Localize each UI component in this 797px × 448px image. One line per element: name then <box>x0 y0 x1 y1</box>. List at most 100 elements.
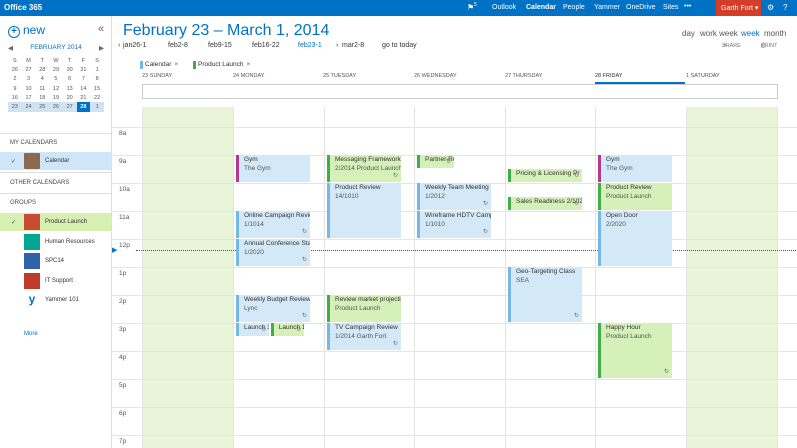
filter-chip-calendar[interactable]: Calendar × <box>140 61 178 69</box>
nav-calendar[interactable]: Calendar <box>526 4 556 11</box>
mini-calendar-day[interactable]: 19 <box>49 93 63 102</box>
next-month-icon[interactable]: ▶ <box>99 44 104 52</box>
week-link[interactable]: mar2-8 <box>342 42 364 49</box>
week-link-active[interactable]: feb23-1 <box>298 42 322 49</box>
sidebar-item-yammer-101[interactable]: y Yammer 101 <box>0 291 111 309</box>
next-week-icon[interactable]: › <box>336 42 338 49</box>
mini-calendar-day[interactable]: 29 <box>49 65 63 74</box>
day-header-today[interactable]: 28 FRIDAY <box>595 73 622 79</box>
mini-calendar-day[interactable]: 21 <box>77 93 91 102</box>
week-link[interactable]: feb16-22 <box>252 42 280 49</box>
my-calendars-heading[interactable]: MY CALENDARS <box>10 140 57 146</box>
calendar-event[interactable]: Geo-Targeting Class SEA ↻ <box>508 267 582 322</box>
mini-calendar-day[interactable]: 5 <box>49 75 63 84</box>
calendar-event[interactable]: Online Campaign Review1/1014 ↻ <box>236 211 310 238</box>
sidebar-item-calendar[interactable]: ✓ Calendar <box>0 152 111 170</box>
view-month[interactable]: month <box>764 29 786 38</box>
calendar-event[interactable]: Weekly Budget Review Lync ↻ <box>236 295 310 322</box>
collapse-sidebar-button[interactable]: « <box>98 23 104 35</box>
close-icon[interactable]: × <box>247 61 251 68</box>
filter-chip-product-launch[interactable]: Product Launch × <box>193 61 250 69</box>
day-header[interactable]: 25 TUESDAY <box>323 73 356 79</box>
new-event-button[interactable]: + new <box>8 23 45 38</box>
mini-calendar-day[interactable]: 27 <box>22 65 36 74</box>
mini-calendar-day[interactable]: 10 <box>22 84 36 93</box>
calendar-event[interactable]: Annual Conference Statu 1/2020 ↻ <box>236 239 310 266</box>
view-work-week[interactable]: work week <box>700 29 738 38</box>
mini-calendar-day[interactable]: 6 <box>63 75 77 84</box>
view-day[interactable]: day <box>682 29 695 38</box>
day-column[interactable] <box>686 107 778 448</box>
mini-calendar-day[interactable]: 3 <box>22 75 36 84</box>
mini-calendar-day[interactable]: 8 <box>90 75 104 84</box>
office365-logo[interactable]: Office 365 <box>4 3 42 12</box>
nav-people[interactable]: People <box>563 4 585 11</box>
mini-calendar-day[interactable]: 16 <box>8 93 22 102</box>
mini-calendar-day[interactable]: 27 <box>62 102 77 112</box>
sidebar-item-it-support[interactable]: IT Support <box>0 272 111 290</box>
other-calendars-heading[interactable]: OTHER CALENDARS <box>10 180 69 186</box>
day-header[interactable]: 27 THURSDAY <box>505 73 542 79</box>
mini-calendar-day[interactable]: 9 <box>8 84 22 93</box>
mini-calendar-day[interactable]: 1 <box>90 102 104 112</box>
more-apps-icon[interactable]: ••• <box>684 3 691 10</box>
mini-calendar-day[interactable]: 28 <box>35 65 49 74</box>
calendar-event[interactable]: Partner Readiness Pro↻ <box>417 155 454 168</box>
day-header[interactable]: 24 MONDAY <box>233 73 264 79</box>
week-link[interactable]: feb2-8 <box>168 42 188 49</box>
calendar-event[interactable]: Sales Readiness 2/102 ↻ <box>508 197 582 210</box>
calendar-event[interactable]: Gym The Gym <box>598 155 672 182</box>
mini-calendar-day[interactable]: 17 <box>22 93 36 102</box>
mini-calendar-day[interactable]: 26 <box>49 102 63 112</box>
day-header[interactable]: 26 WEDNESDAY <box>414 73 457 79</box>
mini-calendar-day[interactable]: 25 <box>35 102 50 112</box>
more-groups-link[interactable]: More <box>24 331 38 337</box>
mini-calendar-today[interactable]: 28 <box>76 102 91 112</box>
calendar-event[interactable]: Weekly Team Meeting 1/2012 ↻ <box>417 183 491 210</box>
calendar-event[interactable]: Launch 1 ↻ <box>270 323 305 336</box>
sidebar-item-human-resources[interactable]: Human Resources <box>0 233 111 251</box>
calendar-event[interactable]: TV Campaign Review 1/2014 Garth Fort ↻ <box>327 323 401 350</box>
day-header[interactable]: 23 SUNDAY <box>142 73 172 79</box>
day-column[interactable] <box>142 107 233 448</box>
calendar-event[interactable]: Launch 1 ↻ <box>236 323 270 336</box>
week-link[interactable]: feb9-15 <box>208 42 232 49</box>
all-day-area[interactable] <box>142 84 778 99</box>
mini-calendar-day[interactable]: 1 <box>90 65 104 74</box>
gear-icon[interactable]: ⚙ <box>767 3 774 12</box>
mini-calendar-day[interactable]: 22 <box>90 93 104 102</box>
calendar-event[interactable]: Review market projection Product Launch <box>327 295 401 322</box>
mini-calendar-day[interactable]: 26 <box>8 65 22 74</box>
go-to-today-link[interactable]: go to today <box>382 42 417 49</box>
nav-yammer[interactable]: Yammer <box>594 4 620 11</box>
close-icon[interactable]: × <box>174 61 178 68</box>
time-grid[interactable]: 8a 9a 10a 11a 12p 1p 2p 3p 4p 5p 6p 7p ▶ Gym The Gym… <box>112 107 797 448</box>
nav-sites[interactable]: Sites <box>663 4 679 11</box>
mini-calendar-day[interactable]: 24 <box>21 102 36 112</box>
mini-calendar-day[interactable]: 4 <box>35 75 49 84</box>
calendar-event[interactable]: Pricing & Licensing Pr ↻ <box>508 169 582 182</box>
sidebar-item-spc14[interactable]: SPC14 <box>0 252 111 270</box>
mini-calendar-day[interactable]: 30 <box>63 65 77 74</box>
help-icon[interactable]: ? <box>783 3 787 12</box>
mini-calendar-day[interactable]: 13 <box>63 84 77 93</box>
mini-calendar-day[interactable]: 12 <box>49 84 63 93</box>
view-week[interactable]: week <box>741 29 760 38</box>
mini-calendar-day[interactable]: 7 <box>77 75 91 84</box>
sidebar-item-product-launch[interactable]: ✓ Product Launch <box>0 213 111 231</box>
calendar-event[interactable]: Gym The Gym <box>236 155 310 182</box>
prev-week-icon[interactable]: ‹ <box>118 42 120 49</box>
mini-calendar-day[interactable]: 20 <box>63 93 77 102</box>
nav-onedrive[interactable]: OneDrive <box>626 4 656 11</box>
mini-calendar-day[interactable]: 18 <box>35 93 49 102</box>
mini-calendar-day[interactable]: 15 <box>90 84 104 93</box>
calendar-event[interactable]: Product Review 14/1010 <box>327 183 401 238</box>
calendar-event[interactable]: Messaging Framework 2/2014 Product Launch… <box>327 155 401 182</box>
week-link[interactable]: jan26-1 <box>123 42 146 49</box>
calendar-event[interactable]: Product Review Product Launch <box>598 183 672 210</box>
groups-heading[interactable]: GROUPS <box>10 200 36 206</box>
mini-calendar-day[interactable]: 11 <box>35 84 49 93</box>
prev-month-icon[interactable]: ◀ <box>8 44 13 52</box>
calendar-event[interactable]: Open Door 2/2020 <box>598 211 672 266</box>
mini-calendar-day[interactable]: 23 <box>8 102 22 112</box>
